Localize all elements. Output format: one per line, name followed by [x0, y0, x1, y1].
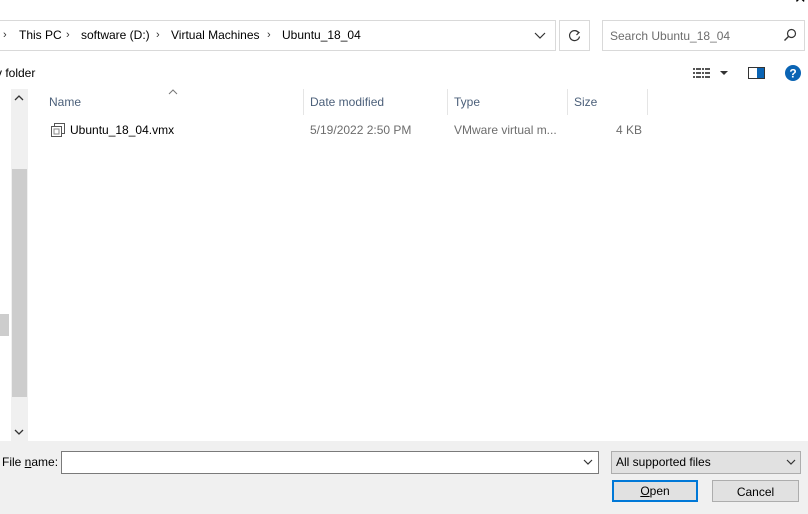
new-folder-button[interactable]: v folder	[0, 58, 35, 88]
file-type-select[interactable]: All supported files	[611, 451, 801, 474]
navigation-pane[interactable]	[0, 89, 28, 441]
nav-item-highlight[interactable]	[0, 314, 9, 336]
breadcrumb-software-d[interactable]: software (D:)	[81, 21, 150, 50]
chevron-right-icon[interactable]: ›	[3, 21, 7, 50]
command-toolbar: v folder	[0, 58, 808, 88]
column-header-name[interactable]: Name	[49, 89, 81, 115]
nav-scrollbar-thumb[interactable]	[12, 169, 27, 397]
close-icon[interactable]: ✕	[794, 0, 808, 7]
chevron-right-icon[interactable]: ›	[156, 21, 160, 50]
sort-ascending-icon	[168, 86, 178, 96]
breadcrumb-ubuntu-18-04[interactable]: Ubuntu_18_04	[282, 21, 361, 50]
chevron-down-icon[interactable]	[528, 21, 552, 50]
column-header-date-modified[interactable]: Date modified	[310, 89, 384, 115]
details-view-icon	[690, 68, 730, 85]
file-name-label: File name:	[2, 455, 59, 469]
cancel-button[interactable]: Cancel	[712, 480, 799, 502]
column-divider[interactable]	[447, 89, 448, 115]
chevron-right-icon[interactable]: ›	[267, 21, 271, 50]
scroll-up-icon[interactable]	[13, 92, 25, 104]
file-name-input[interactable]	[65, 452, 575, 473]
column-divider[interactable]	[303, 89, 304, 115]
dialog-footer: File name: All supported files Open Canc…	[0, 441, 808, 514]
breadcrumb-this-pc[interactable]: This PC	[19, 21, 62, 50]
search-icon[interactable]	[783, 28, 797, 42]
file-list[interactable]: Name Date modified Type Size Ubuntu_18_0…	[30, 89, 808, 441]
refresh-button[interactable]	[559, 20, 590, 51]
change-view-button[interactable]	[690, 64, 730, 82]
file-type-value: All supported files	[616, 455, 711, 469]
search-box[interactable]	[602, 20, 805, 51]
breadcrumb-virtual-machines[interactable]: Virtual Machines	[171, 21, 260, 50]
preview-pane-icon	[747, 67, 767, 85]
file-name-combobox[interactable]	[61, 451, 599, 474]
help-glyph: ?	[789, 67, 796, 81]
chevron-down-icon[interactable]	[782, 452, 800, 473]
refresh-icon	[560, 29, 589, 53]
scroll-down-icon[interactable]	[13, 426, 25, 438]
column-header-size[interactable]: Size	[574, 89, 597, 115]
file-size: 4 KB	[616, 123, 643, 137]
search-input[interactable]	[610, 21, 775, 50]
chevron-right-icon[interactable]: ›	[66, 21, 70, 50]
file-name[interactable]: Ubuntu_18_04.vmx	[70, 119, 174, 141]
column-header-type[interactable]: Type	[454, 89, 480, 115]
help-button[interactable]: ?	[784, 64, 802, 82]
help-icon: ?	[784, 65, 802, 85]
file-date-modified: 5/19/2022 2:50 PM	[310, 123, 412, 137]
chevron-down-icon[interactable]	[578, 452, 598, 473]
file-row[interactable]: Ubuntu_18_04.vmx 5/19/2022 2:50 PM VMwar…	[40, 119, 642, 141]
preview-pane-button[interactable]	[747, 64, 767, 82]
address-bar[interactable]: › This PC › software (D:) › Virtual Mach…	[0, 20, 556, 51]
file-type: VMware virtual m...	[454, 123, 557, 137]
open-button[interactable]: Open	[612, 480, 698, 502]
column-divider[interactable]	[567, 89, 568, 115]
vmx-file-icon	[50, 122, 66, 141]
column-divider[interactable]	[647, 89, 648, 115]
